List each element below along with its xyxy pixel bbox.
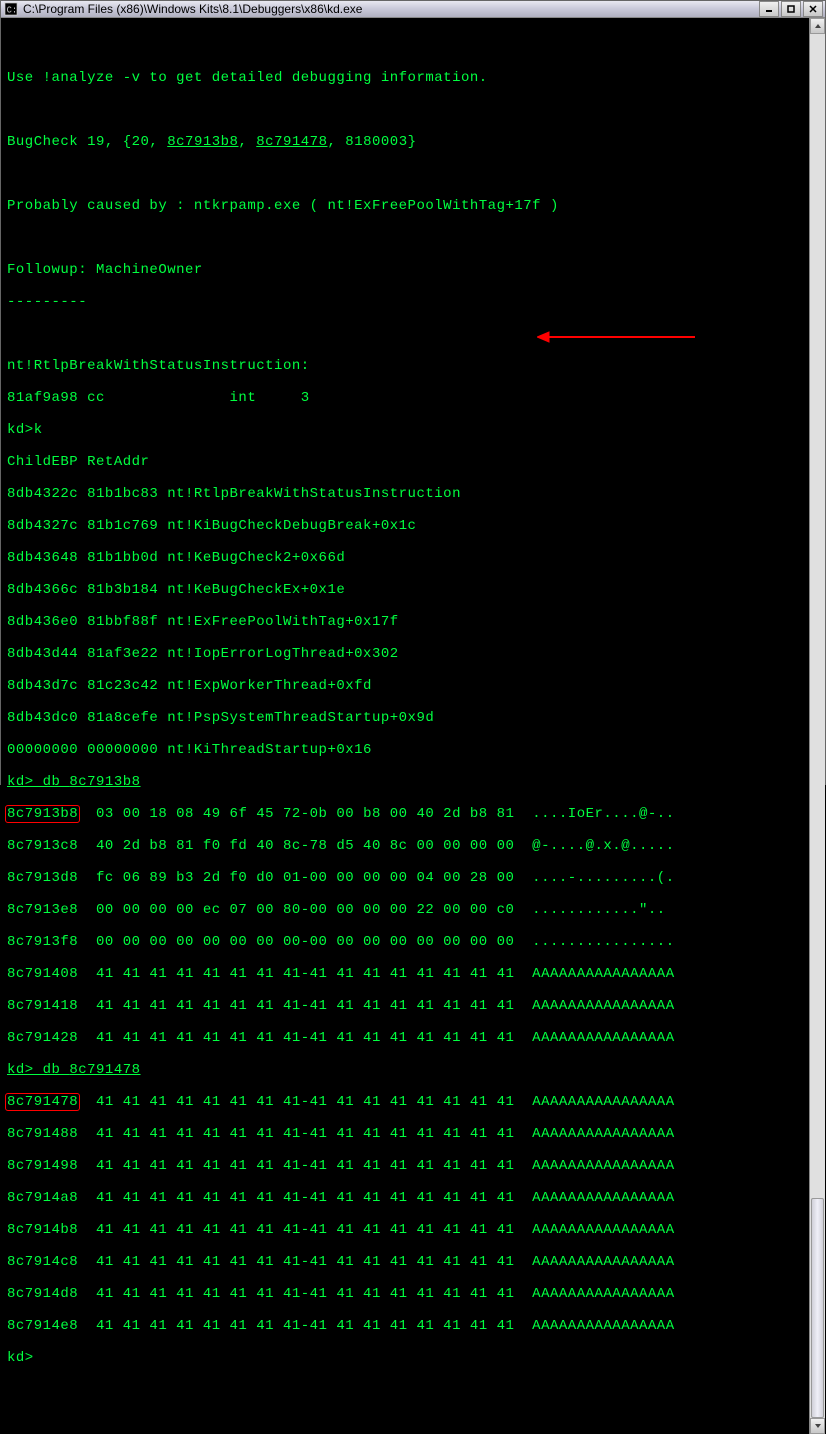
- dump-line: 8c791488 41 41 41 41 41 41 41 41-41 41 4…: [7, 1126, 803, 1142]
- output-line: Use !analyze -v to get detailed debuggin…: [7, 70, 803, 86]
- output-line: Followup: MachineOwner: [7, 262, 803, 278]
- dump-line: 8c7914d8 41 41 41 41 41 41 41 41-41 41 4…: [7, 1286, 803, 1302]
- stack-line: 8db43dc0 81a8cefe nt!PspSystemThreadStar…: [7, 710, 803, 726]
- prompt-line: kd>k: [7, 422, 803, 438]
- app-icon: C:: [3, 1, 19, 17]
- prompt-line: kd> db 8c791478: [7, 1062, 803, 1078]
- output-line: [7, 230, 803, 246]
- text: 03 00 18 08 49 6f 45 72-0b 00 b8 00 40 2…: [78, 806, 674, 822]
- text: 41 41 41 41 41 41 41 41-41 41 41 41 41 4…: [78, 1094, 674, 1110]
- dump-line: 8c791478 41 41 41 41 41 41 41 41-41 41 4…: [7, 1094, 803, 1110]
- stack-line: 8db4322c 81b1bc83 nt!RtlpBreakWithStatus…: [7, 486, 803, 502]
- dump-line: 8c791428 41 41 41 41 41 41 41 41-41 41 4…: [7, 1030, 803, 1046]
- window: C: C:\Program Files (x86)\Windows Kits\8…: [0, 0, 826, 785]
- prompt-line: kd>: [7, 1350, 803, 1366]
- scroll-down-button[interactable]: [810, 1418, 825, 1434]
- output-line: ---------: [7, 294, 803, 310]
- highlighted-address: 8c7913b8: [167, 134, 238, 150]
- annotation-arrow-icon: [466, 315, 697, 364]
- text: kd> db 8c7913b8: [7, 774, 141, 790]
- stack-line: 8db436e0 81bbf88f nt!ExFreePoolWithTag+0…: [7, 614, 803, 630]
- dump-line: 8c7914e8 41 41 41 41 41 41 41 41-41 41 4…: [7, 1318, 803, 1334]
- output-line: Probably caused by : ntkrpamp.exe ( nt!E…: [7, 198, 803, 214]
- close-button[interactable]: [803, 1, 823, 17]
- text: 8c7913b8: [69, 774, 140, 790]
- text: BugCheck 19, {20,: [7, 134, 167, 150]
- stack-line: 8db4366c 81b3b184 nt!KeBugCheckEx+0x1e: [7, 582, 803, 598]
- svg-text:C:: C:: [7, 6, 18, 16]
- text: kd> db: [7, 1062, 69, 1078]
- dump-line: 8c791418 41 41 41 41 41 41 41 41-41 41 4…: [7, 998, 803, 1014]
- output-line: [7, 38, 803, 54]
- output-line: BugCheck 19, {20, 8c7913b8, 8c791478, 81…: [7, 134, 803, 150]
- dump-line: 8c7913e8 00 00 00 00 ec 07 00 80-00 00 0…: [7, 902, 803, 918]
- terminal-area: Use !analyze -v to get detailed debuggin…: [1, 18, 825, 1434]
- dump-line: 8c791408 41 41 41 41 41 41 41 41-41 41 4…: [7, 966, 803, 982]
- dump-line: 8c7913c8 40 2d b8 81 f0 fd 40 8c-78 d5 4…: [7, 838, 803, 854]
- highlighted-address: 8c791478: [5, 1093, 80, 1111]
- window-buttons: [757, 1, 823, 17]
- vertical-scrollbar[interactable]: [809, 18, 825, 1434]
- dump-line: 8c7913b8 03 00 18 08 49 6f 45 72-0b 00 b…: [7, 806, 803, 822]
- stack-line: 8db43d7c 81c23c42 nt!ExpWorkerThread+0xf…: [7, 678, 803, 694]
- output-line: 81af9a98 cc int 3: [7, 390, 803, 406]
- dump-line: 8c7913f8 00 00 00 00 00 00 00 00-00 00 0…: [7, 934, 803, 950]
- dump-line: 8c7913d8 fc 06 89 b3 2d f0 d0 01-00 00 0…: [7, 870, 803, 886]
- titlebar[interactable]: C: C:\Program Files (x86)\Windows Kits\8…: [1, 1, 825, 18]
- dump-line: 8c791498 41 41 41 41 41 41 41 41-41 41 4…: [7, 1158, 803, 1174]
- dump-line: 8c7914b8 41 41 41 41 41 41 41 41-41 41 4…: [7, 1222, 803, 1238]
- prompt-line: kd> db 8c7913b8: [7, 774, 803, 790]
- text: kd> db 8c791478: [7, 1062, 141, 1078]
- dump-line: 8c7914a8 41 41 41 41 41 41 41 41-41 41 4…: [7, 1190, 803, 1206]
- output-line: ChildEBP RetAddr: [7, 454, 803, 470]
- text: kd> db: [7, 774, 69, 790]
- text: ,: [238, 134, 256, 150]
- minimize-button[interactable]: [759, 1, 779, 17]
- output-line: [7, 166, 803, 182]
- scroll-track[interactable]: [810, 34, 825, 1418]
- text: 8c791478: [69, 1062, 140, 1078]
- dump-line: 8c7914c8 41 41 41 41 41 41 41 41-41 41 4…: [7, 1254, 803, 1270]
- highlighted-address: 8c791478: [256, 134, 327, 150]
- stack-line: 00000000 00000000 nt!KiThreadStartup+0x1…: [7, 742, 803, 758]
- output-line: [7, 102, 803, 118]
- stack-line: 8db4327c 81b1c769 nt!KiBugCheckDebugBrea…: [7, 518, 803, 534]
- maximize-button[interactable]: [781, 1, 801, 17]
- window-title: C:\Program Files (x86)\Windows Kits\8.1\…: [23, 2, 757, 16]
- terminal[interactable]: Use !analyze -v to get detailed debuggin…: [1, 18, 809, 1434]
- highlighted-address: 8c7913b8: [5, 805, 80, 823]
- scroll-thumb[interactable]: [811, 1198, 824, 1418]
- stack-line: 8db43648 81b1bb0d nt!KeBugCheck2+0x66d: [7, 550, 803, 566]
- stack-line: 8db43d44 81af3e22 nt!IopErrorLogThread+0…: [7, 646, 803, 662]
- text: , 8180003}: [327, 134, 416, 150]
- scroll-up-button[interactable]: [810, 18, 825, 34]
